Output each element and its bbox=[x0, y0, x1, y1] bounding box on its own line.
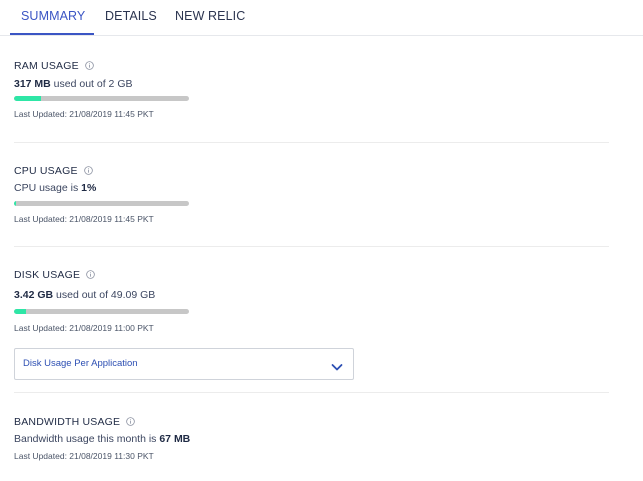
disk-usage-title-text: DISK USAGE bbox=[14, 269, 81, 281]
ram-usage-bar-fill bbox=[14, 96, 42, 101]
cpu-last-updated: Last Updated: 21/08/2019 11:45 PKT bbox=[14, 214, 154, 224]
ram-usage-value: 317 MB bbox=[14, 78, 51, 90]
bandwidth-usage-section: BANDWIDTH USAGE Bandwidth usage this mon… bbox=[14, 416, 190, 446]
disk-usage-suffix: used out of 49.09 GB bbox=[53, 289, 156, 301]
disk-usage-per-application-dropdown[interactable]: Disk Usage Per Application bbox=[14, 348, 354, 380]
disk-usage-value: 3.42 GB bbox=[14, 289, 54, 301]
section-divider bbox=[14, 142, 609, 143]
info-icon[interactable] bbox=[84, 166, 93, 179]
cpu-usage-text: CPU usage is 1% bbox=[14, 181, 96, 195]
cpu-usage-bar bbox=[14, 201, 189, 206]
bandwidth-usage-value: 67 MB bbox=[159, 433, 191, 445]
ram-usage-text: 317 MB used out of 2 GB bbox=[14, 77, 132, 91]
disk-usage-text: 3.42 GB used out of 49.09 GB bbox=[14, 288, 155, 302]
ram-last-updated: Last Updated: 21/08/2019 11:45 PKT bbox=[14, 109, 154, 119]
active-tab-indicator bbox=[10, 33, 94, 35]
dropdown-label: Disk Usage Per Application bbox=[23, 358, 138, 369]
cpu-usage-bar-fill bbox=[14, 201, 16, 206]
ram-usage-title-text: RAM USAGE bbox=[14, 60, 79, 72]
cpu-usage-section: CPU USAGE CPU usage is 1% bbox=[14, 165, 96, 195]
ram-usage-section: RAM USAGE 317 MB used out of 2 GB bbox=[14, 60, 132, 91]
disk-usage-bar bbox=[14, 309, 189, 314]
ram-usage-bar bbox=[14, 96, 189, 101]
cpu-usage-prefix: CPU usage is bbox=[14, 182, 82, 194]
bandwidth-usage-title: BANDWIDTH USAGE bbox=[14, 416, 190, 430]
disk-last-updated: Last Updated: 21/08/2019 11:00 PKT bbox=[14, 323, 154, 333]
bandwidth-usage-prefix: Bandwidth usage this month is bbox=[14, 433, 160, 445]
bandwidth-last-updated: Last Updated: 21/08/2019 11:30 PKT bbox=[14, 451, 154, 461]
tab-details[interactable]: DETAILS bbox=[105, 0, 157, 36]
tab-new-relic[interactable]: NEW RELIC bbox=[175, 0, 245, 36]
disk-usage-title: DISK USAGE bbox=[14, 269, 155, 283]
chevron-down-icon[interactable] bbox=[331, 359, 343, 377]
cpu-usage-title-text: CPU USAGE bbox=[14, 165, 78, 177]
disk-usage-section: DISK USAGE 3.42 GB used out of 49.09 GB bbox=[14, 269, 155, 302]
section-divider bbox=[14, 392, 609, 393]
bandwidth-usage-text: Bandwidth usage this month is 67 MB bbox=[14, 432, 190, 446]
ram-usage-suffix: used out of 2 GB bbox=[50, 78, 133, 90]
cpu-usage-title: CPU USAGE bbox=[14, 165, 96, 179]
tab-bar: SUMMARY DETAILS NEW RELIC bbox=[0, 0, 643, 36]
info-icon[interactable] bbox=[126, 417, 136, 430]
cpu-usage-value: 1% bbox=[81, 182, 97, 194]
info-icon[interactable] bbox=[86, 270, 96, 283]
section-divider bbox=[14, 246, 609, 247]
bandwidth-usage-title-text: BANDWIDTH USAGE bbox=[14, 416, 121, 428]
disk-usage-bar-fill bbox=[14, 309, 27, 314]
tab-summary[interactable]: SUMMARY bbox=[21, 0, 85, 36]
ram-usage-title: RAM USAGE bbox=[14, 60, 132, 74]
info-icon[interactable] bbox=[85, 61, 94, 74]
